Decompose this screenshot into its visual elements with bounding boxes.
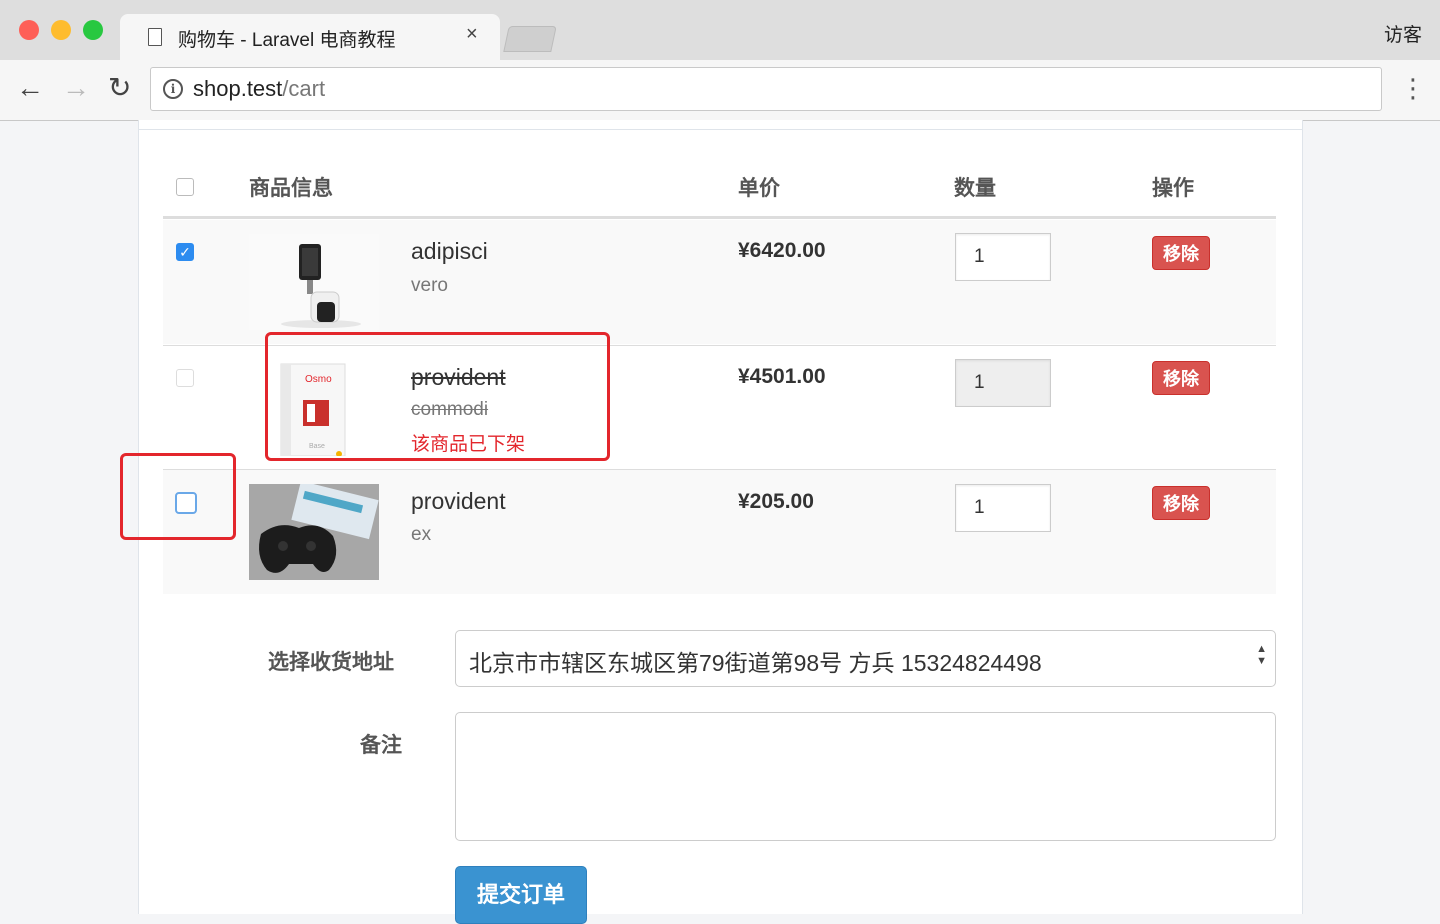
- product-image[interactable]: [249, 234, 379, 330]
- submit-order-button[interactable]: 提交订单: [455, 866, 587, 924]
- header-price: 单价: [738, 177, 780, 200]
- header-divider: [163, 216, 1276, 219]
- zoom-window-button[interactable]: [83, 20, 103, 40]
- row-checkbox[interactable]: ✓: [176, 243, 194, 261]
- address-selected-value: 北京市市辖区东城区第79街道第98号 方兵 15324824498: [469, 650, 1042, 676]
- browser-toolbar: ← → ↻ i shop.test/cart ⋮: [0, 60, 1440, 121]
- close-window-button[interactable]: [19, 20, 39, 40]
- quantity-input-disabled: 1: [955, 359, 1051, 407]
- annotation-highlight: [120, 453, 236, 540]
- quantity-input[interactable]: 1: [955, 233, 1051, 281]
- remove-button[interactable]: 移除: [1152, 236, 1210, 270]
- document-icon: [148, 28, 162, 46]
- info-icon[interactable]: i: [163, 79, 183, 99]
- product-title[interactable]: provident: [411, 488, 506, 515]
- back-icon[interactable]: ←: [16, 72, 44, 104]
- reload-icon[interactable]: ↻: [108, 72, 131, 104]
- annotation-highlight: [265, 332, 610, 461]
- unit-price: ¥205.00: [738, 490, 814, 513]
- header-product: 商品信息: [249, 177, 333, 200]
- panel-divider: [139, 129, 1302, 130]
- product-title[interactable]: adipisci: [411, 238, 488, 265]
- browser-titlebar: 购物车 - Laravel 电商教程 × 访客: [0, 0, 1440, 60]
- minimize-window-button[interactable]: [51, 20, 71, 40]
- remark-textarea[interactable]: [455, 712, 1276, 841]
- profile-label[interactable]: 访客: [1384, 20, 1422, 47]
- header-action: 操作: [1152, 177, 1194, 200]
- address-select[interactable]: 北京市市辖区东城区第79街道第98号 方兵 15324824498 ▲ ▼: [455, 630, 1276, 687]
- product-sku: vero: [411, 275, 448, 296]
- remove-button[interactable]: 移除: [1152, 486, 1210, 520]
- address-label: 选择收货地址: [268, 651, 394, 674]
- product-image[interactable]: [249, 484, 379, 580]
- address-bar[interactable]: i shop.test/cart: [150, 67, 1382, 111]
- select-all-checkbox[interactable]: [176, 178, 194, 196]
- remove-button[interactable]: 移除: [1152, 361, 1210, 395]
- tab-title: 购物车 - Laravel 电商教程: [178, 30, 396, 51]
- row-checkbox[interactable]: [176, 369, 194, 387]
- unit-price: ¥6420.00: [738, 239, 826, 262]
- browser-tab[interactable]: 购物车 - Laravel 电商教程 ×: [120, 14, 500, 60]
- url-text[interactable]: shop.test/cart: [193, 76, 325, 102]
- product-photo-robot-stand: [281, 244, 361, 328]
- quantity-input[interactable]: 1: [955, 484, 1051, 532]
- unit-price: ¥4501.00: [738, 365, 826, 388]
- header-quantity: 数量: [954, 177, 996, 200]
- product-sku: ex: [411, 524, 432, 545]
- menu-icon[interactable]: ⋮: [1400, 74, 1426, 102]
- product-photo-gamepad: [249, 484, 379, 580]
- remark-label: 备注: [360, 734, 402, 757]
- new-tab-button[interactable]: [503, 26, 557, 52]
- forward-icon[interactable]: →: [62, 72, 90, 104]
- close-tab-icon[interactable]: ×: [466, 23, 478, 46]
- select-arrows-icon: ▲ ▼: [1256, 643, 1267, 667]
